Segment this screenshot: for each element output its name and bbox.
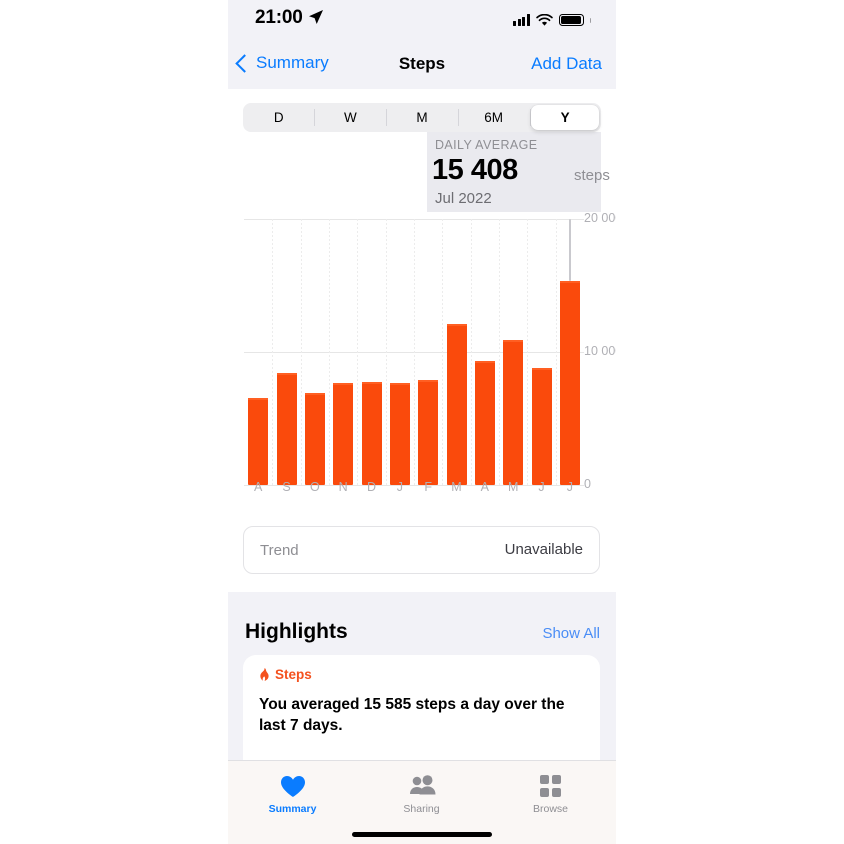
chart-bar[interactable]: [361, 382, 382, 485]
chart-y-tick-label: 20 000: [584, 211, 616, 225]
chart-x-tick-label: J: [538, 480, 545, 494]
trend-row[interactable]: Trend Unavailable: [243, 526, 600, 574]
tab-sharing-label: Sharing: [403, 803, 440, 815]
location-arrow-icon: [309, 10, 323, 24]
chart-bar[interactable]: [474, 360, 495, 485]
chart-y-tick-label: 0: [584, 477, 591, 491]
segment-m[interactable]: M: [386, 103, 458, 132]
grid-icon: [486, 773, 615, 799]
show-all-button[interactable]: Show All: [542, 625, 600, 642]
chart-bar[interactable]: [503, 340, 524, 485]
segment-w[interactable]: W: [315, 103, 387, 132]
tab-sharing[interactable]: Sharing: [357, 773, 486, 815]
segment-d[interactable]: D: [243, 103, 315, 132]
chart-bar[interactable]: [304, 392, 325, 485]
battery-full-icon: [558, 14, 584, 26]
highlight-card-kicker: Steps: [259, 667, 312, 682]
chart-gridline-v: [470, 219, 472, 485]
daily-average-date: Jul 2022: [435, 190, 492, 207]
battery-cap-icon: [589, 17, 591, 23]
chart-x-tick-label: F: [424, 480, 432, 494]
chart-x-tick-label: N: [338, 480, 348, 494]
highlight-card-kicker-label: Steps: [275, 667, 312, 682]
steps-bar-chart[interactable]: 0 10 000 20 000 A S O N D J F M A M J J: [236, 211, 616, 502]
chart-x-tick-label: A: [253, 480, 263, 494]
add-data-button[interactable]: Add Data: [531, 54, 602, 74]
chart-gridline-v: [442, 219, 444, 485]
status-bar-indicators: [513, 11, 591, 29]
chart-bar[interactable]: [418, 380, 439, 485]
screenshot-root: 21:00 Summary Steps Add Data D W M 6M Y …: [0, 0, 844, 844]
tab-browse-label: Browse: [532, 803, 568, 815]
chart-x-tick-label: D: [366, 480, 377, 494]
daily-average-callout: DAILY AVERAGE 15 408 steps Jul 2022: [427, 132, 610, 212]
chart-bar[interactable]: [276, 373, 297, 485]
daily-average-value: 15 408: [432, 154, 518, 186]
tab-bar: Summary Sharing Browse: [228, 760, 616, 844]
chart-x-tick-label: M: [451, 480, 462, 494]
highlights-section: Highlights Show All Steps You averaged 1…: [228, 592, 616, 780]
heart-icon: [228, 773, 357, 799]
status-bar: 21:00: [228, 0, 616, 44]
flame-icon: [260, 667, 269, 681]
cellular-signal-icon: [513, 14, 530, 26]
chart-bar[interactable]: [389, 383, 410, 485]
chart-x-tick-label: O: [309, 480, 320, 494]
segment-6m[interactable]: 6M: [458, 103, 530, 132]
tab-summary-label: Summary: [268, 803, 317, 815]
chart-bar[interactable]: [333, 383, 354, 485]
tab-summary[interactable]: Summary: [228, 773, 357, 815]
trend-label: Trend: [260, 542, 299, 559]
chart-gridline-v: [385, 219, 387, 485]
chart-x-tick-label: M: [507, 480, 519, 494]
chart-x-tick-label: S: [282, 480, 291, 494]
chart-gridline-v: [499, 219, 500, 485]
highlight-card-text: You averaged 15 585 steps a day over the…: [259, 696, 565, 734]
segment-y[interactable]: Y: [529, 103, 601, 132]
chart-gridline-v: [300, 219, 302, 485]
chart-gridline-v: [357, 219, 359, 485]
tab-browse[interactable]: Browse: [486, 773, 615, 815]
chart-x-tick-label: J: [566, 480, 573, 494]
chart-bar[interactable]: [559, 280, 580, 485]
wifi-icon: [535, 13, 553, 26]
navigation-bar: Summary Steps Add Data: [228, 44, 616, 89]
chart-gridline-v: [329, 219, 330, 485]
chart-plot-area: [244, 219, 584, 486]
trend-value: Unavailable: [504, 541, 583, 558]
chart-bar[interactable]: [248, 397, 269, 485]
chart-x-tick-label: J: [396, 480, 403, 494]
chart-selection-line: [568, 219, 571, 281]
chart-x-tick-label: A: [480, 480, 489, 494]
highlights-title: Highlights: [245, 620, 348, 643]
chart-gridline-v: [272, 219, 274, 485]
phone-screen: 21:00 Summary Steps Add Data D W M 6M Y …: [228, 0, 616, 844]
home-indicator: [352, 832, 492, 837]
chart-y-tick-label: 10 000: [584, 344, 616, 358]
status-bar-time: 21:00: [255, 7, 303, 28]
time-range-segmented-control[interactable]: D W M 6M Y: [243, 103, 601, 132]
daily-average-label: DAILY AVERAGE: [435, 138, 538, 152]
chart-gridline-v: [527, 219, 529, 485]
chart-bar[interactable]: [446, 323, 467, 485]
daily-average-unit: steps: [574, 167, 610, 184]
chart-bar[interactable]: [531, 367, 552, 485]
chart-gridline-v: [555, 219, 557, 485]
people-icon: [357, 773, 486, 799]
chart-gridline-v: [414, 219, 415, 485]
